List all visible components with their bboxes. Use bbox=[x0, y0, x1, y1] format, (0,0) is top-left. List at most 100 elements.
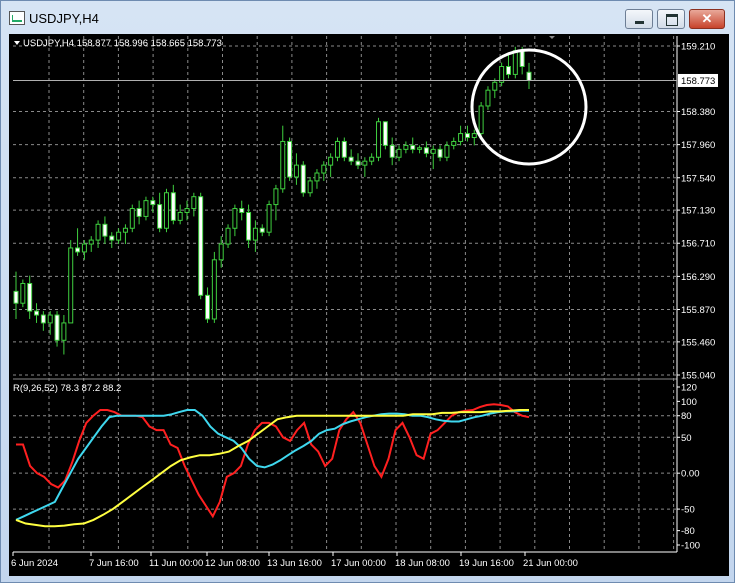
candle-bullish bbox=[218, 243, 224, 261]
candle-bullish bbox=[451, 140, 457, 146]
candle-bearish bbox=[150, 200, 156, 206]
price-tick-label: 157.130 bbox=[681, 206, 715, 217]
price-tick-label: 155.040 bbox=[681, 371, 715, 382]
candle-bullish bbox=[61, 322, 67, 341]
time-tick-label: 18 Jun 08:00 bbox=[395, 558, 450, 569]
candle-bullish bbox=[191, 196, 197, 210]
window-title: USDJPY,H4 bbox=[29, 11, 99, 26]
candle-bullish bbox=[266, 204, 272, 233]
candle-bullish bbox=[314, 172, 320, 182]
indicator-lines bbox=[15, 403, 530, 528]
main-chart-info: USDJPY,H4 158.877 158.996 158.665 158.77… bbox=[23, 38, 222, 49]
candle-bearish bbox=[198, 196, 204, 296]
candle-bullish bbox=[47, 314, 53, 324]
candle-bullish bbox=[492, 81, 498, 91]
indicator-tick-label: 50 bbox=[681, 433, 692, 444]
candle-bearish bbox=[27, 282, 33, 312]
candle-bullish bbox=[177, 211, 183, 221]
candle-bearish bbox=[389, 144, 395, 158]
price-tick-label: 157.540 bbox=[681, 173, 715, 184]
candle-bullish bbox=[485, 89, 491, 107]
candle-bullish bbox=[81, 243, 87, 253]
candle-bearish bbox=[109, 235, 115, 241]
candle-bullish bbox=[232, 208, 238, 229]
candle-bullish bbox=[430, 148, 436, 154]
chart-svg[interactable]: 159.210 158.380 157.960 157.540 157.130 156.7… bbox=[9, 34, 729, 576]
candle-bullish bbox=[417, 147, 423, 150]
maximize-icon bbox=[666, 14, 678, 26]
time-tick-label: 7 Jun 16:00 bbox=[89, 558, 139, 569]
price-tick-label: 155.460 bbox=[681, 337, 715, 348]
time-tick-label: 11 Jun 00:00 bbox=[149, 558, 203, 569]
price-tick-label: 156.710 bbox=[681, 239, 715, 250]
chart-canvas[interactable]: 159.210 158.380 157.960 157.540 157.130 156.7… bbox=[9, 34, 729, 576]
candle-bullish bbox=[116, 231, 122, 241]
candle-bearish bbox=[505, 66, 511, 75]
candle-bearish bbox=[54, 314, 60, 341]
candle-bullish bbox=[369, 156, 375, 162]
candles bbox=[13, 46, 532, 355]
chart-shift-marker-icon[interactable] bbox=[549, 36, 555, 39]
candle-bullish bbox=[478, 105, 484, 135]
candle-bearish bbox=[382, 121, 388, 146]
indicator-tick-label: -80 bbox=[681, 526, 695, 537]
candle-bullish bbox=[458, 133, 464, 142]
time-tick-label: 19 Jun 16:00 bbox=[459, 558, 514, 569]
title-bar[interactable]: USDJPY,H4 ✕ bbox=[1, 1, 734, 35]
price-tick-label: 158.380 bbox=[681, 107, 715, 118]
chart-menu-triangle-icon[interactable] bbox=[14, 41, 20, 45]
indicator-info: R(9,26,52) 78.3 87.2 88.2 bbox=[13, 383, 121, 394]
candle-bearish bbox=[205, 294, 211, 320]
candle-bullish bbox=[273, 188, 279, 206]
time-tick-label: 6 Jun 2024 bbox=[11, 558, 58, 569]
candle-bearish bbox=[341, 140, 347, 158]
candle-bearish bbox=[437, 148, 443, 158]
candle-bearish bbox=[355, 160, 361, 166]
candle-bearish bbox=[75, 247, 81, 253]
indicator-tick-label: -50 bbox=[681, 505, 695, 516]
candle-bearish bbox=[136, 208, 142, 217]
close-icon: ✕ bbox=[701, 11, 713, 26]
price-axis: 159.210 158.380 157.960 157.540 157.130 156.7… bbox=[677, 42, 715, 382]
time-axis: 6 Jun 2024 7 Jun 16:00 11 Jun 00:00 12 Jun … bbox=[11, 552, 578, 569]
candle-bearish bbox=[526, 71, 532, 81]
maximize-button[interactable] bbox=[657, 9, 685, 29]
minimize-button[interactable] bbox=[625, 9, 653, 29]
candle-bullish bbox=[163, 192, 169, 229]
candle-bullish bbox=[334, 140, 340, 158]
indicator-axis: 120 100 80 50 0.00 -50 -80 -100 bbox=[677, 383, 700, 552]
candle-bullish bbox=[20, 282, 26, 304]
close-button[interactable]: ✕ bbox=[689, 9, 725, 29]
candle-bullish bbox=[122, 227, 128, 233]
candle-bullish bbox=[225, 227, 231, 245]
price-tick-label: 156.290 bbox=[681, 272, 715, 283]
candle-bearish bbox=[246, 211, 252, 241]
candle-bearish bbox=[287, 140, 293, 178]
candle-bearish bbox=[102, 223, 108, 237]
indicator-tick-label: 100 bbox=[681, 397, 697, 408]
candle-bullish bbox=[376, 121, 382, 158]
candle-bearish bbox=[239, 208, 245, 213]
candle-bearish bbox=[157, 204, 163, 229]
candle-bullish bbox=[211, 259, 217, 320]
candle-bullish bbox=[293, 164, 299, 178]
candle-bullish bbox=[88, 239, 94, 245]
grid bbox=[13, 36, 677, 552]
indicator-tick-label: -100 bbox=[681, 541, 700, 552]
indicator-tick-label: 120 bbox=[681, 383, 697, 394]
candle-bearish bbox=[170, 192, 176, 221]
candle-bullish bbox=[184, 208, 190, 213]
candle-bearish bbox=[259, 227, 265, 233]
candle-bullish bbox=[328, 156, 334, 166]
candle-bearish bbox=[410, 144, 416, 150]
candle-bearish bbox=[34, 310, 40, 316]
candle-bullish bbox=[129, 208, 135, 229]
candle-bullish bbox=[252, 227, 258, 241]
minimize-icon bbox=[635, 21, 644, 24]
price-tick-label: 159.210 bbox=[681, 42, 715, 53]
price-tick-label: 155.870 bbox=[681, 305, 715, 316]
candle-bullish bbox=[280, 140, 286, 190]
chart-window-icon[interactable] bbox=[9, 11, 25, 25]
candle-bullish bbox=[403, 144, 409, 150]
candle-bullish bbox=[512, 50, 518, 75]
